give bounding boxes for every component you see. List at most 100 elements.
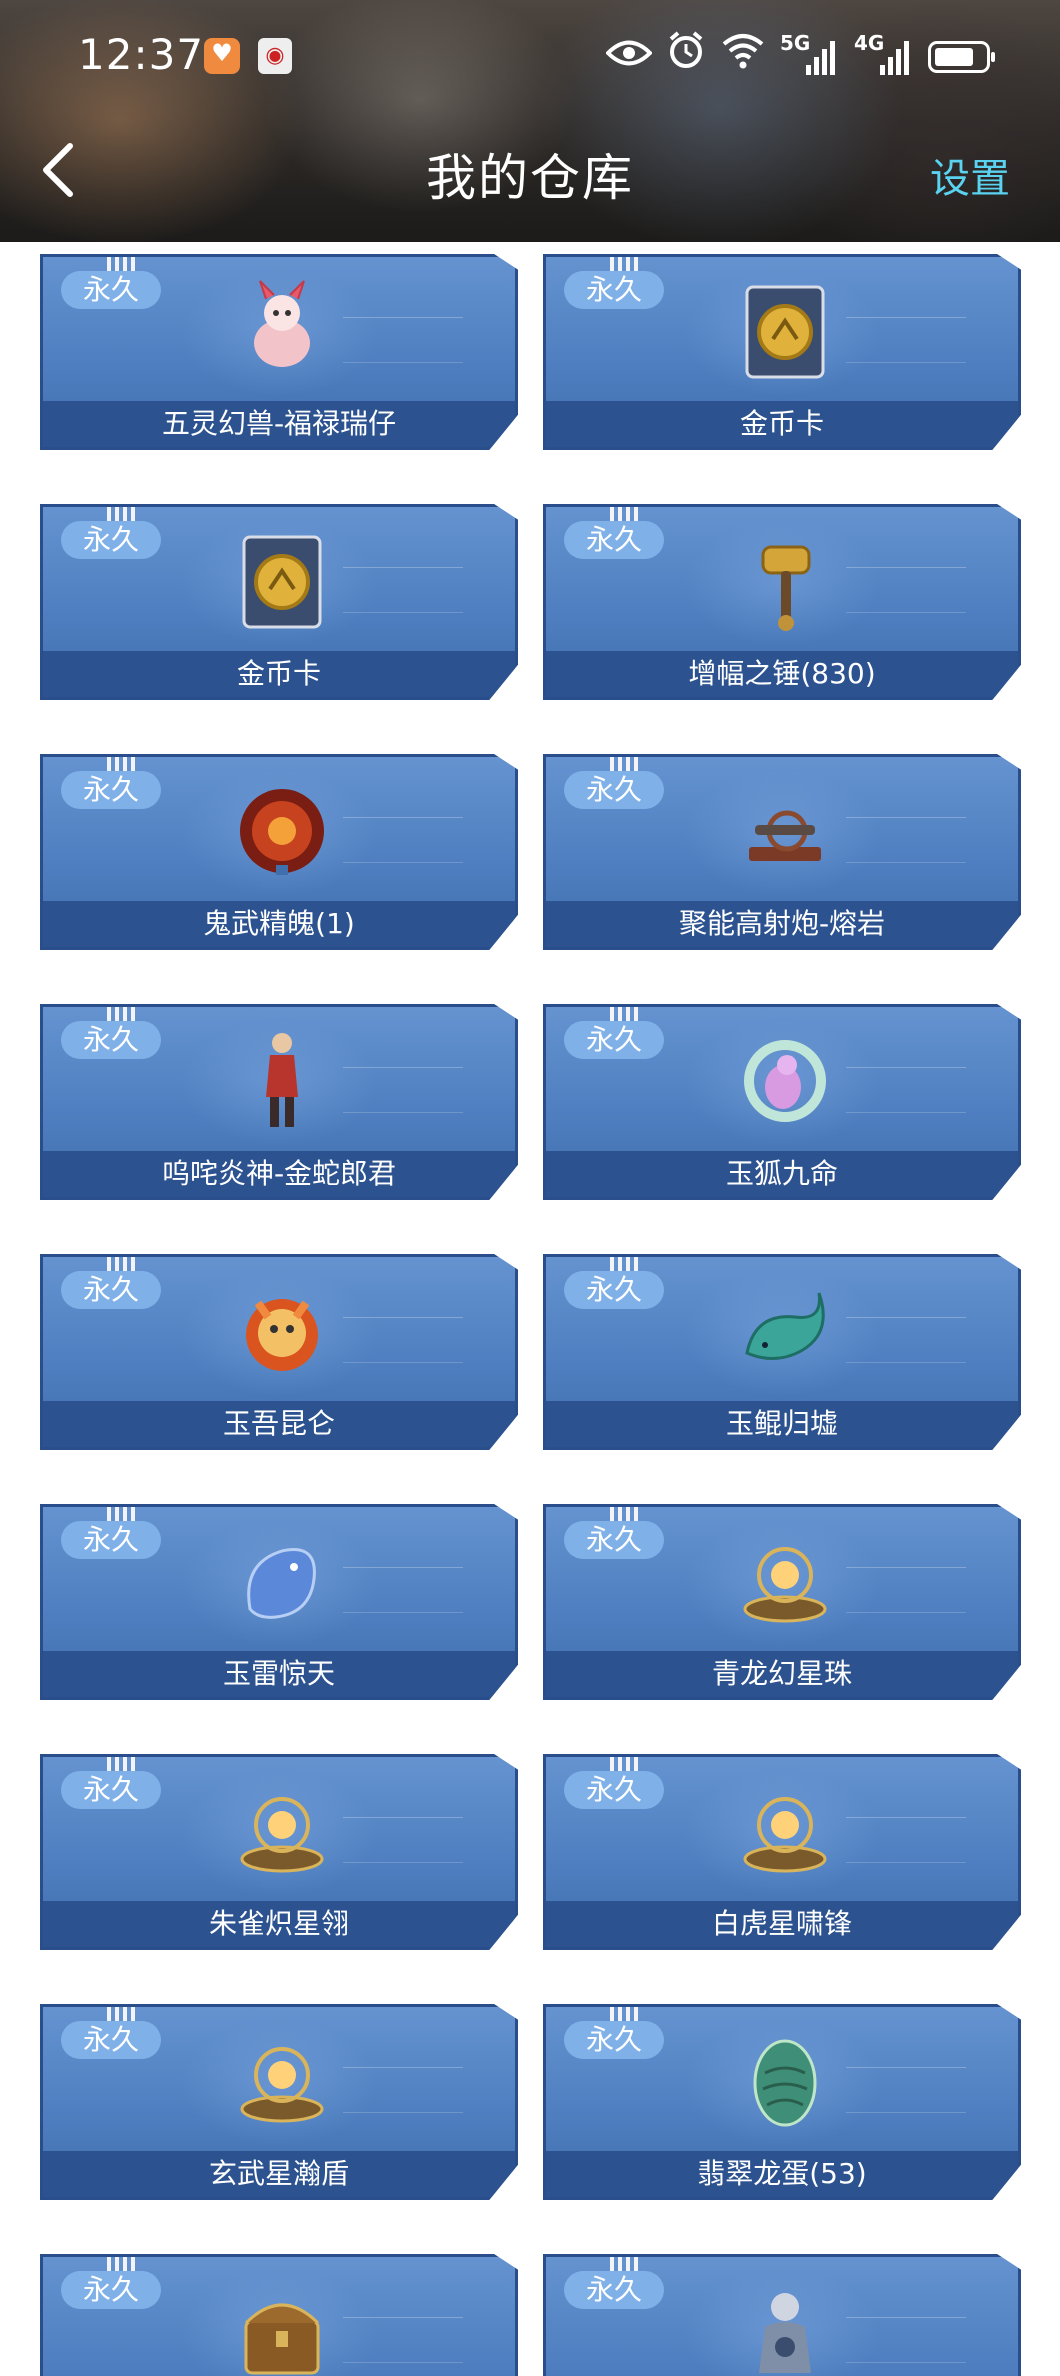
warehouse-item-card[interactable]: 永久 玉雷惊天 [40,1504,518,1700]
item-name: 玉狐九命 [546,1151,1018,1197]
item-name: 翡翠龙蛋(53) [546,2151,1018,2197]
card-slot-marks [107,2007,135,2021]
jade-dragon-icon [232,1523,332,1639]
settings-button[interactable]: 设置 [930,146,1010,204]
battery-icon [928,41,995,73]
duration-badge: 永久 [564,1271,664,1309]
card-decoration [343,817,463,863]
star-orb-icon [232,1773,332,1889]
duration-badge: 永久 [564,1021,664,1059]
card-decoration [846,317,966,363]
warehouse-item-card[interactable]: 永久白虎星啸锋 [543,1754,1021,1950]
card-decoration [343,1567,463,1613]
card-decoration [343,2317,463,2363]
hammer-icon [735,523,835,639]
card-decoration [846,1817,966,1863]
warehouse-item-card[interactable]: 永久 [543,2254,1021,2376]
card-slot-marks [107,2257,135,2271]
card-slot-marks [107,507,135,521]
duration-badge: 永久 [61,771,161,809]
item-name: 青龙幻星珠 [546,1651,1018,1697]
item-name: 增幅之锤(830) [546,651,1018,697]
card-decoration [343,1317,463,1363]
item-name: 朱雀炽星翎 [43,1901,515,1947]
warehouse-item-card[interactable]: 永久五灵幻兽-福禄瑞仔 [40,254,518,450]
card-decoration [343,2067,463,2113]
duration-badge: 永久 [564,1521,664,1559]
card-slot-marks [610,1257,638,1271]
duration-badge: 永久 [61,2271,161,2309]
eye-icon [605,32,653,82]
warehouse-item-card[interactable]: 永久 玉吾昆仑 [40,1254,518,1450]
card-decoration [846,567,966,613]
system-icons: 5G 4G [605,30,995,84]
item-name: 聚能高射炮-熔岩 [546,901,1018,947]
jade-fox-icon [735,1023,835,1139]
warehouse-item-card[interactable]: 永久 呜咤炎神-金蛇郎君 [40,1004,518,1200]
card-decoration [846,2067,966,2113]
card-slot-marks [610,1007,638,1021]
item-name: 玉鲲归墟 [546,1401,1018,1447]
card-decoration [846,817,966,863]
warehouse-item-card[interactable]: 永久 增幅之锤(830) [543,504,1021,700]
card-decoration [343,317,463,363]
item-name: 白虎星啸锋 [546,1901,1018,1947]
signal-4g-icon: 4G [854,31,914,79]
duration-badge: 永久 [564,1771,664,1809]
warehouse-item-card[interactable]: 永久 [40,2254,518,2376]
duration-badge: 永久 [61,1271,161,1309]
card-decoration [343,1817,463,1863]
jade-whale-icon [735,1273,835,1389]
card-slot-marks [610,757,638,771]
warehouse-item-card[interactable]: 永久金币卡 [543,254,1021,450]
duration-badge: 永久 [61,1521,161,1559]
star-orb-icon [735,1773,835,1889]
gold-coin-card-icon [735,273,835,389]
duration-badge: 永久 [61,521,161,559]
warehouse-item-card[interactable]: 永久 翡翠龙蛋(53) [543,2004,1021,2200]
item-name: 五灵幻兽-福禄瑞仔 [43,401,515,447]
warehouse-item-card[interactable]: 永久朱雀炽星翎 [40,1754,518,1950]
character-icon [232,1023,332,1139]
card-slot-marks [107,1507,135,1521]
duration-badge: 永久 [61,1021,161,1059]
treasure-chest-icon [232,2273,332,2376]
warehouse-grid: 永久 五灵幻兽-福禄瑞仔 永久 金币卡 永久 金币卡 永久 增幅之锤(830) 永久 鬼武精魄(1… [0,242,1060,2376]
warehouse-item-card[interactable]: 永久玉狐九命 [543,1004,1021,1200]
card-slot-marks [107,1257,135,1271]
duration-badge: 永久 [564,271,664,309]
card-slot-marks [107,757,135,771]
fire-beast-icon [232,1273,332,1389]
duration-badge: 永久 [564,2271,664,2309]
card-decoration [846,1567,966,1613]
header-banner: 12:37 ◉ 5G 4G [0,0,1060,242]
card-slot-marks [610,257,638,271]
pet-creature-icon [232,273,332,389]
card-slot-marks [610,1757,638,1771]
warehouse-item-card[interactable]: 永久玉鲲归墟 [543,1254,1021,1450]
red-orb-icon [232,773,332,889]
item-name: 金币卡 [546,401,1018,447]
warehouse-item-card[interactable]: 永久青龙幻星珠 [543,1504,1021,1700]
alarm-icon [666,30,706,84]
card-decoration [343,1067,463,1113]
duration-badge: 永久 [61,2021,161,2059]
status-bar: 12:37 ◉ 5G 4G [0,0,1060,110]
duration-badge: 永久 [564,771,664,809]
card-slot-marks [610,2007,638,2021]
warehouse-item-card[interactable]: 永久聚能高射炮-熔岩 [543,754,1021,950]
star-orb-icon [232,2023,332,2139]
app-notification-icon [204,38,240,74]
wifi-icon [720,30,766,84]
cannon-icon [735,773,835,889]
card-decoration [846,1067,966,1113]
duration-badge: 永久 [61,271,161,309]
nav-bar: 我的仓库 设置 [0,120,1060,220]
warehouse-item-card[interactable]: 永久 金币卡 [40,504,518,700]
warehouse-item-card[interactable]: 永久 鬼武精魄(1) [40,754,518,950]
duration-badge: 永久 [61,1771,161,1809]
dragon-egg-icon [735,2023,835,2139]
item-name: 玄武星瀚盾 [43,2151,515,2197]
warehouse-item-card[interactable]: 永久玄武星瀚盾 [40,2004,518,2200]
card-slot-marks [107,257,135,271]
